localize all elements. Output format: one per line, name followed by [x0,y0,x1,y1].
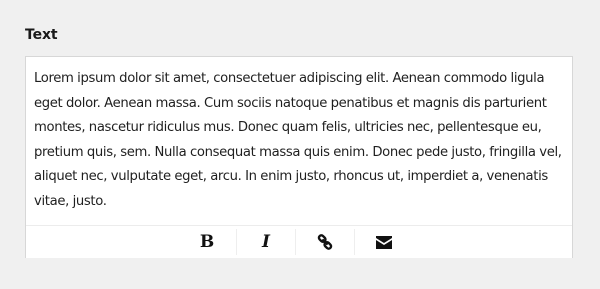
link-icon [317,234,333,250]
envelope-icon [376,235,392,249]
field-label: Text [25,27,58,43]
bold-button[interactable]: B [178,226,236,258]
link-button[interactable] [296,226,354,258]
italic-button[interactable]: I [237,226,295,258]
editor-toolbar: B I [26,225,572,258]
editor-content[interactable]: Lorem ipsum dolor sit amet, consectetuer… [34,67,568,214]
email-button[interactable] [355,226,413,258]
text-editor[interactable]: Lorem ipsum dolor sit amet, consectetuer… [25,56,573,258]
